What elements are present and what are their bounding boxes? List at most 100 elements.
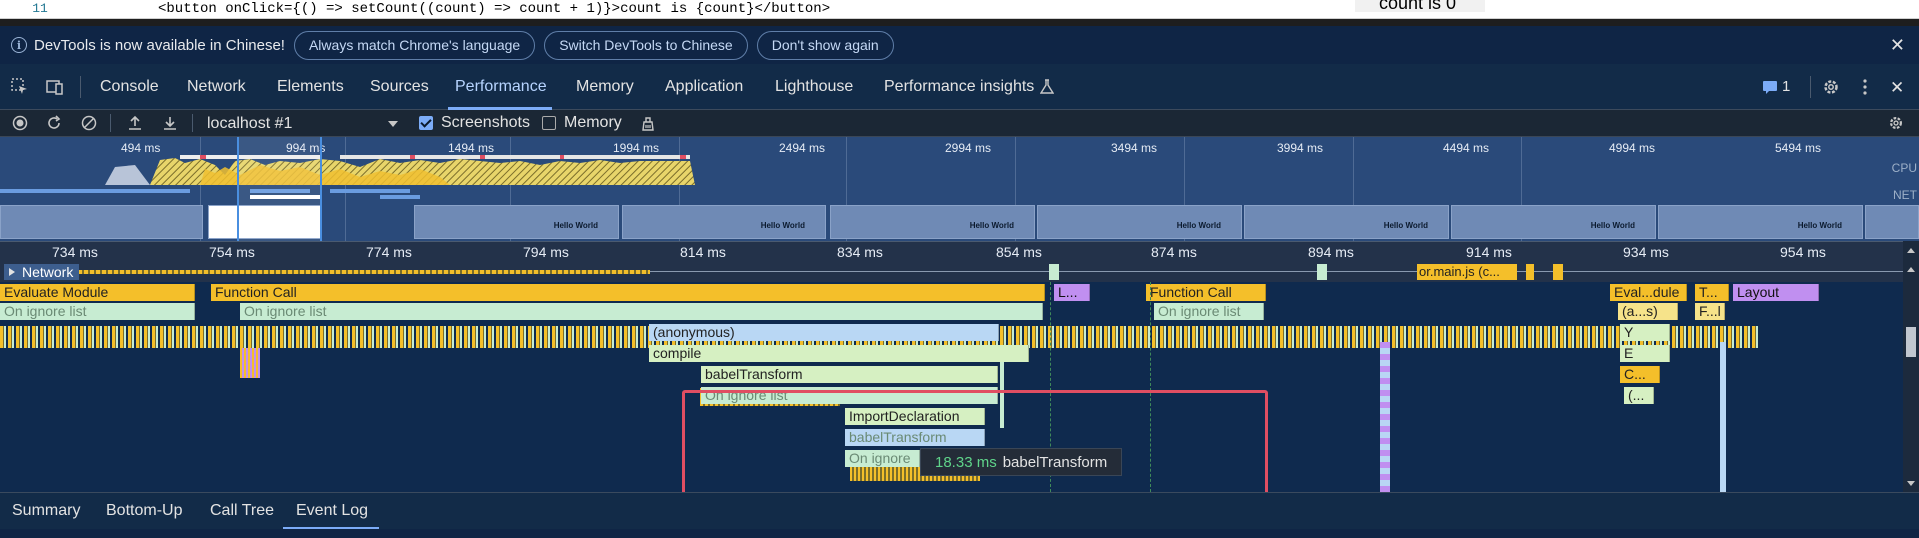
details-panel bbox=[0, 529, 1919, 538]
tab-summary[interactable]: Summary bbox=[12, 502, 80, 520]
reload-record-icon[interactable] bbox=[46, 115, 62, 131]
tab-network[interactable]: Network bbox=[187, 78, 246, 96]
flame-babel-transform[interactable]: babelTransform bbox=[701, 366, 998, 383]
scrollbar-thumb[interactable] bbox=[1906, 327, 1916, 357]
switch-to-chinese-button[interactable]: Switch DevTools to Chinese bbox=[544, 30, 748, 60]
ruler-tick: 754 ms bbox=[209, 244, 255, 260]
screenshot-thumbnail[interactable]: Hello World bbox=[414, 205, 619, 239]
network-request-bar bbox=[1553, 264, 1563, 280]
flame-compile[interactable]: compile bbox=[649, 345, 1029, 362]
scroll-up-icon[interactable] bbox=[1907, 267, 1915, 272]
flame-y-slice[interactable]: Y bbox=[1620, 324, 1670, 341]
screenshot-thumbnail[interactable] bbox=[0, 205, 203, 239]
flame-l-slice[interactable]: L... bbox=[1054, 284, 1090, 301]
flame-ignore-list[interactable]: On ignore list bbox=[0, 303, 195, 320]
chevron-down-icon[interactable] bbox=[388, 121, 398, 127]
flame-c-slice[interactable]: C... bbox=[1620, 366, 1660, 383]
flame-e-slice[interactable]: E bbox=[1620, 345, 1670, 362]
flame-t-slice[interactable]: T... bbox=[1695, 284, 1729, 301]
screenshot-thumbnail[interactable]: Hello World bbox=[1658, 205, 1863, 239]
performance-toolbar: localhost #1 Screenshots Memory bbox=[0, 110, 1919, 137]
issues-count[interactable]: 1 bbox=[1782, 78, 1790, 95]
flame-f-slice[interactable]: F...l bbox=[1695, 303, 1725, 320]
tab-event-log[interactable]: Event Log bbox=[296, 502, 368, 520]
scroll-down-icon[interactable] bbox=[1907, 481, 1915, 486]
flame-ignore-list[interactable]: On ignore list bbox=[240, 303, 1043, 320]
screenshot-thumbnail[interactable]: Hello World bbox=[622, 205, 826, 239]
overview-tick: 3494 ms bbox=[1111, 141, 1158, 155]
target-select[interactable]: localhost #1 bbox=[207, 115, 292, 133]
ruler-tick: 814 ms bbox=[680, 244, 726, 260]
tab-application[interactable]: Application bbox=[665, 78, 743, 96]
language-infobar: i DevTools is now available in Chinese! … bbox=[0, 26, 1919, 64]
screenshot-thumbnail[interactable]: Hello World bbox=[1244, 205, 1449, 239]
flame-function-call-2[interactable]: Function Call bbox=[1146, 284, 1266, 301]
upload-icon[interactable] bbox=[127, 115, 143, 131]
screenshot-thumbnail[interactable]: Hello World bbox=[1451, 205, 1656, 239]
tab-call-tree[interactable]: Call Tree bbox=[210, 502, 274, 520]
close-icon[interactable]: ✕ bbox=[1890, 35, 1905, 56]
toolbar-divider bbox=[110, 114, 111, 132]
record-icon[interactable] bbox=[12, 115, 28, 131]
tab-memory[interactable]: Memory bbox=[576, 78, 634, 96]
clear-icon[interactable] bbox=[81, 115, 97, 131]
memory-checkbox[interactable] bbox=[542, 116, 556, 130]
match-language-button[interactable]: Always match Chrome's language bbox=[293, 30, 536, 60]
flame-evaluate-module-2[interactable]: Eval...dule bbox=[1610, 284, 1687, 301]
gear-icon[interactable] bbox=[1822, 78, 1840, 96]
issues-icon[interactable] bbox=[1762, 79, 1778, 95]
tab-lighthouse[interactable]: Lighthouse bbox=[775, 78, 853, 96]
screenshot-thumbnail[interactable]: Hello World bbox=[830, 205, 1035, 239]
tab-performance-insights[interactable]: Performance insights bbox=[884, 78, 1034, 96]
ruler-tick: 874 ms bbox=[1151, 244, 1197, 260]
tab-bottom-up[interactable]: Bottom-Up bbox=[106, 502, 182, 520]
tab-performance[interactable]: Performance bbox=[455, 78, 547, 96]
memory-label[interactable]: Memory bbox=[564, 114, 622, 132]
devtools-tabbar: Console Network Elements Sources Perform… bbox=[0, 64, 1919, 110]
flame-async-slice[interactable]: (a...s) bbox=[1618, 303, 1678, 320]
download-icon[interactable] bbox=[162, 115, 178, 131]
highlight-box bbox=[682, 390, 1268, 503]
flame-paren-slice[interactable]: (... bbox=[1624, 387, 1654, 404]
overview-tick: 2994 ms bbox=[945, 141, 992, 155]
overview-tick: 5494 ms bbox=[1775, 141, 1822, 155]
capture-settings-icon[interactable] bbox=[1888, 115, 1904, 131]
flame-layout[interactable]: Layout bbox=[1733, 284, 1819, 301]
network-request-main-js[interactable]: or.main.js (c... bbox=[1417, 264, 1517, 280]
device-toolbar-icon[interactable] bbox=[46, 78, 64, 96]
timeline-overview[interactable]: 494 ms 994 ms 1494 ms 1994 ms 2494 ms 29… bbox=[0, 137, 1919, 241]
screenshots-label[interactable]: Screenshots bbox=[441, 114, 530, 132]
flame-anonymous[interactable]: (anonymous) bbox=[649, 324, 999, 341]
network-track-header[interactable]: Network bbox=[4, 264, 80, 280]
garbage-collect-icon[interactable] bbox=[640, 115, 656, 131]
overview-selection-window[interactable] bbox=[237, 137, 322, 241]
tab-console[interactable]: Console bbox=[100, 78, 159, 96]
network-request-bar bbox=[1317, 264, 1327, 280]
flame-scrollbar[interactable] bbox=[1903, 241, 1919, 492]
toolbar-divider bbox=[80, 76, 81, 98]
flame-evaluate-module[interactable]: Evaluate Module bbox=[0, 284, 195, 301]
thumbnail-text: Hello World bbox=[969, 221, 1014, 230]
screenshot-thumbnail[interactable]: Hello World bbox=[1037, 205, 1242, 239]
net-label: NET bbox=[1893, 188, 1917, 202]
screenshot-thumbnail[interactable] bbox=[1865, 205, 1919, 239]
tab-sources[interactable]: Sources bbox=[370, 78, 429, 96]
network-request-line bbox=[650, 271, 1903, 272]
screenshots-checkbox[interactable] bbox=[419, 116, 433, 130]
network-track[interactable]: or.main.js (c... Network bbox=[0, 262, 1903, 282]
inspect-element-icon[interactable] bbox=[11, 78, 29, 96]
tab-elements[interactable]: Elements bbox=[277, 78, 344, 96]
ruler-tick: 854 ms bbox=[996, 244, 1042, 260]
time-ruler: 734 ms 754 ms 774 ms 794 ms 814 ms 834 m… bbox=[0, 241, 1903, 262]
close-devtools-icon[interactable]: ✕ bbox=[1890, 78, 1904, 98]
flame-slice bbox=[240, 348, 260, 378]
kebab-icon[interactable] bbox=[1856, 78, 1874, 96]
flame-function-call[interactable]: Function Call bbox=[211, 284, 1045, 301]
flame-slice bbox=[1720, 342, 1726, 492]
flame-ignore-list[interactable]: On ignore list bbox=[1154, 303, 1264, 320]
dont-show-again-button[interactable]: Don't show again bbox=[756, 30, 894, 60]
preview-pane: count is 0 bbox=[1355, 0, 1485, 12]
details-tabbar: Summary Bottom-Up Call Tree Event Log bbox=[0, 492, 1919, 530]
scroll-up-icon[interactable] bbox=[1907, 248, 1915, 253]
thumbnail-text: Hello World bbox=[1176, 221, 1221, 230]
